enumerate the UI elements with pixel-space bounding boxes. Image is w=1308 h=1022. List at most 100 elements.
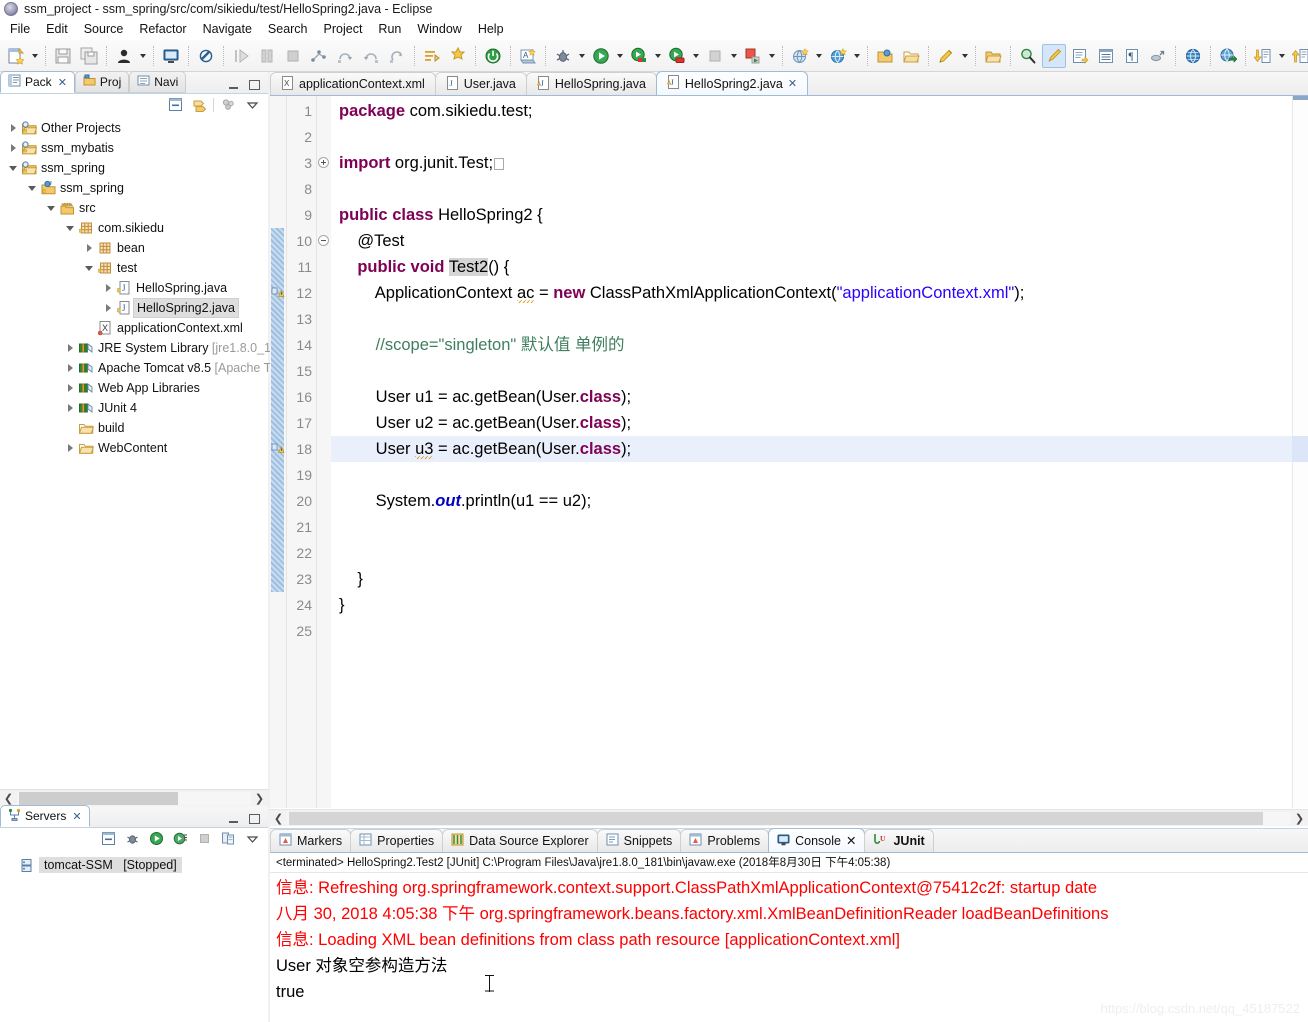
code-line[interactable]: User u3 = ac.getBean(User.class); [331,436,631,462]
run-dropdown-arrow[interactable] [614,45,626,67]
debug-icon[interactable] [551,44,575,68]
power-icon[interactable] [481,44,505,68]
pencil-dropdown-arrow[interactable] [959,45,971,67]
scroll-right-icon[interactable]: ❯ [1291,812,1308,825]
publish-icon[interactable] [741,44,765,68]
terminal-icon[interactable] [159,44,183,68]
tree-item[interactable]: XapplicationContext.xml [0,318,268,338]
code-line[interactable] [331,176,339,202]
chevron-right-icon[interactable] [6,138,20,158]
editor-tab-User-java[interactable]: J User.java [434,72,527,95]
step-filters-icon[interactable] [307,44,331,68]
profile-server-icon[interactable] [170,830,190,848]
show-whitespace-icon[interactable] [1094,44,1118,68]
save-icon[interactable] [51,44,75,68]
code-line[interactable]: public class HelloSpring2 { [331,202,543,228]
tree-item[interactable]: build [0,418,268,438]
chevron-right-icon[interactable] [63,398,77,418]
stop-server-icon[interactable] [194,830,214,848]
tree-item[interactable]: src [0,198,268,218]
new-wizard-icon[interactable] [4,44,28,68]
run-server-dropdown-arrow[interactable] [652,45,664,67]
chevron-right-icon[interactable] [6,118,20,138]
open-resource-icon[interactable] [981,44,1005,68]
chevron-right-icon[interactable] [63,358,77,378]
toggle-mark-occurrences-icon[interactable] [1068,44,1092,68]
code-line[interactable]: } [331,592,345,618]
fold-expand-icon[interactable] [318,157,329,168]
debug-server-icon[interactable] [122,830,142,848]
chevron-down-icon[interactable] [63,218,77,238]
console-output[interactable]: 信息: Refreshing org.springframework.conte… [270,873,1308,1005]
link-editor-icon[interactable] [1146,44,1170,68]
code-line[interactable]: User u2 = ac.getBean(User.class); [331,410,631,436]
new-ee-project-dropdown-arrow[interactable] [851,45,863,67]
tab-servers[interactable]: Servers ✕ [0,805,90,827]
view-menu-icon[interactable] [242,830,262,848]
scroll-left-icon[interactable]: ❮ [0,792,17,805]
collapse-all-icon[interactable] [98,830,118,848]
code-line[interactable] [331,514,339,540]
chevron-right-icon[interactable] [101,278,115,298]
code-line[interactable] [331,540,339,566]
chevron-down-icon[interactable] [82,258,96,278]
new-wizard-dropdown-arrow[interactable] [29,45,41,67]
publish-server-icon[interactable] [218,830,238,848]
folding-ruler[interactable] [317,96,331,808]
new-user-dropdown-arrow[interactable] [137,45,149,67]
new-web-project-dropdown-arrow[interactable] [813,45,825,67]
editor-tab-HelloSpring-java[interactable]: J HelloSpring.java [525,72,657,95]
tab-console[interactable]: Console ✕ [768,828,866,852]
close-icon[interactable]: ✕ [72,810,81,823]
tab-snippets[interactable]: Snippets [596,829,682,852]
menu-item-project[interactable]: Project [316,20,371,38]
open-web-browser-icon[interactable] [1216,44,1240,68]
left-panel-horizontal-scrollbar[interactable]: ❮ ❯ [0,789,268,806]
code-line[interactable]: //scope="singleton" 默认值 单例的 [331,332,625,358]
menu-item-source[interactable]: Source [76,20,132,38]
menu-item-run[interactable]: Run [370,20,409,38]
next-annotation-icon[interactable] [420,44,444,68]
run-record-dropdown-arrow[interactable] [690,45,702,67]
code-line[interactable]: System.out.println(u1 == u2); [331,488,592,514]
highlight-brush-icon[interactable] [1042,43,1066,68]
stop-icon[interactable] [281,44,305,68]
debug-dropdown-arrow[interactable] [576,45,588,67]
tab-junit[interactable]: U JUnit [864,829,934,852]
tree-item[interactable]: test [0,258,268,278]
chevron-down-icon[interactable] [44,198,58,218]
code-line[interactable]: ApplicationContext ac = new ClassPathXml… [331,280,1024,306]
chevron-right-icon[interactable] [63,438,77,458]
maximize-icon[interactable] [249,80,260,90]
menu-item-search[interactable]: Search [260,20,316,38]
publish-dropdown-arrow[interactable] [766,45,778,67]
download-dropdown-arrow[interactable] [1276,45,1288,67]
start-server-icon[interactable] [146,830,166,848]
run-record-icon[interactable] [665,44,689,68]
tree-item[interactable]: bean [0,238,268,258]
tab-markers[interactable]: Markers [270,829,352,852]
code-line[interactable] [331,462,339,488]
tree-item[interactable]: JRE System Library [jre1.8.0_181] [0,338,288,358]
disabled-link-icon[interactable] [194,44,218,68]
menu-item-help[interactable]: Help [470,20,512,38]
stop-server-dropdown-arrow[interactable] [728,45,740,67]
editor-tab-applicationContext-xml[interactable]: X applicationContext.xml [270,72,436,95]
open-type-icon[interactable]: A [516,44,540,68]
code-line[interactable]: import org.junit.Test; [331,150,505,176]
scroll-thumb[interactable] [289,811,1263,825]
tree-item[interactable]: ssm_spring [0,158,268,178]
chevron-right-icon[interactable] [63,338,77,358]
pilcrow-icon[interactable]: ¶ [1120,44,1144,68]
run-server-icon[interactable] [627,44,651,68]
chevron-right-icon[interactable] [101,298,115,318]
server-list-item[interactable]: tomcat-SSM [Stopped] [0,854,268,876]
scroll-right-icon[interactable]: ❯ [251,792,268,805]
scroll-thumb[interactable] [19,791,179,805]
menu-item-window[interactable]: Window [409,20,469,38]
code-line[interactable]: User u1 = ac.getBean(User.class); [331,384,631,410]
tree-item[interactable]: Apache Tomcat v8.5 [Apache To [0,358,277,378]
tab-problems[interactable]: Problems [680,829,770,852]
tree-item[interactable]: Jssm_spring [0,178,268,198]
annotation-ruler[interactable] [270,96,287,808]
